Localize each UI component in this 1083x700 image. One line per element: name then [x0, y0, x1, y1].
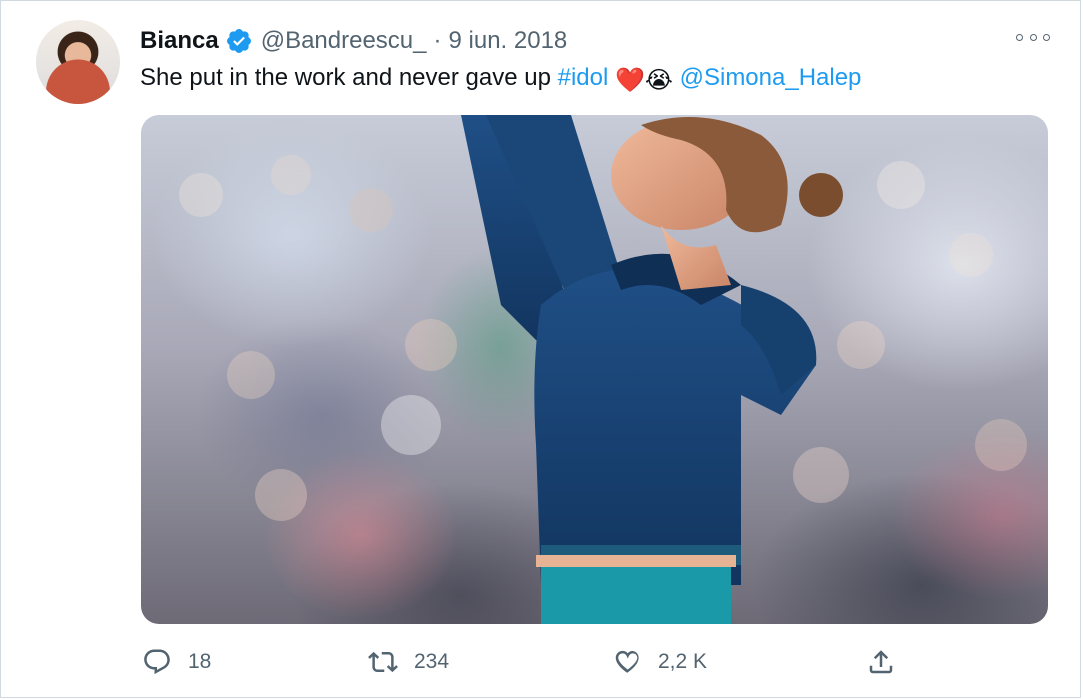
retweet-count: 234 — [414, 650, 450, 673]
reply-icon — [144, 649, 170, 675]
like-button[interactable]: 2,2 K — [612, 640, 707, 684]
hashtag-link[interactable]: #idol — [558, 64, 609, 91]
tweet-text: She put in the work and never gave up #i… — [140, 62, 861, 97]
retweet-icon — [368, 651, 398, 673]
crying-emoji: 😭 — [644, 67, 673, 94]
display-name[interactable]: Bianca — [140, 27, 219, 55]
mention-link[interactable]: @Simona_Halep — [680, 64, 862, 91]
verified-badge-icon — [225, 27, 253, 55]
heart-emoji: ❤️ — [615, 67, 645, 94]
photo-illustration — [179, 115, 1027, 624]
tweet[interactable]: Bianca @Bandreescu_ · 9 iun. 2018 She pu… — [0, 0, 1083, 700]
user-handle[interactable]: @Bandreescu_ — [261, 27, 427, 55]
share-button[interactable] — [866, 640, 912, 684]
more-icon[interactable] — [1016, 28, 1050, 46]
tweet-actions: 18 234 2,2 K — [0, 640, 1083, 684]
like-icon — [615, 650, 639, 673]
tweet-header: Bianca @Bandreescu_ · 9 iun. 2018 — [140, 26, 567, 56]
reply-button[interactable]: 18 — [142, 640, 211, 684]
tweet-photo[interactable] — [141, 115, 1048, 624]
share-icon — [869, 650, 893, 674]
like-count: 2,2 K — [658, 650, 708, 673]
separator-dot: · — [433, 27, 442, 54]
reply-count: 18 — [188, 650, 212, 673]
retweet-button[interactable]: 234 — [368, 640, 449, 684]
tweet-date[interactable]: 9 iun. 2018 — [449, 27, 568, 55]
avatar[interactable] — [36, 20, 120, 104]
tweet-body: She put in the work and never gave up — [140, 64, 558, 91]
